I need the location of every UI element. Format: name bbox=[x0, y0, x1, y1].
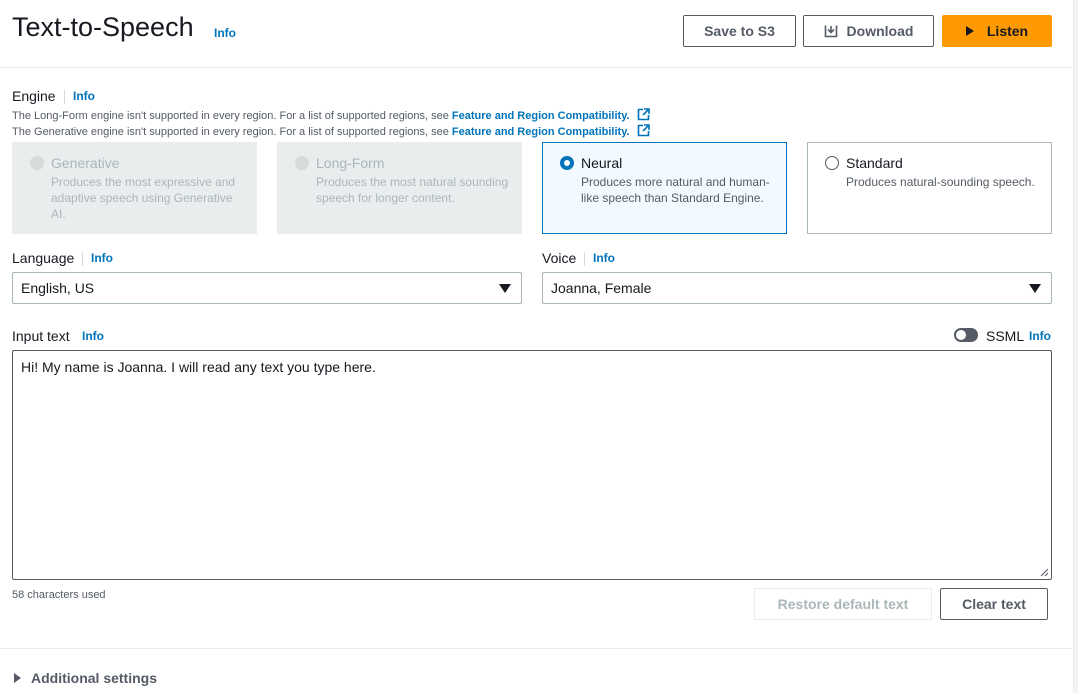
input-text-info-link[interactable]: Info bbox=[82, 329, 104, 343]
engine-option-standard[interactable]: Standard Produces natural-sounding speec… bbox=[807, 142, 1052, 234]
external-link-icon[interactable] bbox=[637, 124, 650, 137]
engine-divider bbox=[64, 90, 65, 104]
character-count: 58 characters used bbox=[12, 589, 106, 601]
resize-handle-icon[interactable] bbox=[1040, 568, 1049, 577]
expand-triangle-icon bbox=[14, 673, 21, 683]
restore-label: Restore default text bbox=[777, 596, 909, 612]
voice-select[interactable]: Joanna, Female bbox=[542, 272, 1052, 304]
generative-note-text: The Generative engine isn't supported in… bbox=[12, 126, 452, 138]
generative-name: Generative bbox=[51, 155, 120, 171]
long-form-compat-link[interactable]: Feature and Region Compatibility. bbox=[452, 110, 630, 122]
language-value: English, US bbox=[21, 280, 95, 296]
listen-button[interactable]: Listen bbox=[942, 15, 1052, 47]
long-form-name: Long-Form bbox=[316, 155, 385, 171]
voice-label: Voice bbox=[542, 250, 577, 266]
engine-option-long-form: Long-Form Produces the most natural soun… bbox=[277, 142, 522, 234]
standard-name: Standard bbox=[846, 155, 903, 171]
long-form-radio bbox=[295, 156, 309, 170]
long-form-note: The Long-Form engine isn't supported in … bbox=[12, 108, 650, 122]
voice-info-link[interactable]: Info bbox=[593, 251, 615, 265]
download-label: Download bbox=[846, 23, 914, 39]
long-form-desc: Produces the most natural sounding speec… bbox=[316, 175, 509, 205]
page-title: Text-to-Speech bbox=[12, 12, 194, 42]
language-select[interactable]: English, US bbox=[12, 272, 522, 304]
ssml-info-link[interactable]: Info bbox=[1029, 329, 1051, 343]
listen-label: Listen bbox=[986, 23, 1029, 39]
neural-name: Neural bbox=[581, 155, 623, 171]
additional-settings-label: Additional settings bbox=[31, 670, 157, 686]
external-link-icon[interactable] bbox=[637, 108, 650, 121]
dropdown-caret-icon bbox=[1029, 284, 1041, 293]
ssml-label: SSML bbox=[986, 328, 1025, 344]
generative-radio bbox=[30, 156, 44, 170]
clear-label: Clear text bbox=[962, 596, 1026, 612]
standard-radio[interactable] bbox=[825, 156, 839, 170]
neural-radio[interactable] bbox=[560, 156, 574, 170]
engine-label: Engine bbox=[12, 88, 56, 104]
additional-settings-toggle[interactable]: Additional settings bbox=[14, 670, 157, 686]
save-to-s3-label: Save to S3 bbox=[704, 23, 775, 39]
section-divider bbox=[0, 648, 1073, 649]
input-text-label: Input text bbox=[12, 328, 70, 344]
generative-compat-link[interactable]: Feature and Region Compatibility. bbox=[452, 126, 630, 138]
engine-option-neural[interactable]: Neural Produces more natural and human-l… bbox=[542, 142, 787, 234]
standard-desc: Produces natural-sounding speech. bbox=[846, 175, 1035, 189]
title-info-link[interactable]: Info bbox=[214, 26, 236, 40]
engine-option-generative: Generative Produces the most expressive … bbox=[12, 142, 257, 234]
play-icon bbox=[965, 26, 974, 36]
ssml-toggle[interactable] bbox=[954, 328, 978, 342]
language-label: Language bbox=[12, 250, 75, 266]
neural-desc: Produces more natural and human-like spe… bbox=[581, 175, 770, 205]
input-textarea-value: Hi! My name is Joanna. I will read any t… bbox=[21, 359, 376, 375]
voice-value: Joanna, Female bbox=[551, 280, 652, 296]
long-form-note-text: The Long-Form engine isn't supported in … bbox=[12, 110, 452, 122]
generative-note: The Generative engine isn't supported in… bbox=[12, 124, 650, 138]
download-icon bbox=[824, 25, 837, 38]
input-textarea[interactable]: Hi! My name is Joanna. I will read any t… bbox=[12, 350, 1052, 580]
scrollbar[interactable] bbox=[1073, 0, 1078, 693]
language-info-link[interactable]: Info bbox=[91, 251, 113, 265]
generative-desc: Produces the most expressive and adaptiv… bbox=[51, 175, 236, 221]
restore-default-text-button[interactable]: Restore default text bbox=[754, 588, 932, 620]
page-header: Text-to-Speech Info Save to S3 Download … bbox=[0, 0, 1073, 68]
voice-divider bbox=[584, 252, 585, 266]
save-to-s3-button[interactable]: Save to S3 bbox=[683, 15, 796, 47]
dropdown-caret-icon bbox=[499, 284, 511, 293]
ssml-toggle-knob bbox=[956, 330, 966, 340]
language-divider bbox=[82, 252, 83, 266]
download-button[interactable]: Download bbox=[803, 15, 934, 47]
clear-text-button[interactable]: Clear text bbox=[940, 588, 1048, 620]
engine-info-link[interactable]: Info bbox=[73, 89, 95, 103]
